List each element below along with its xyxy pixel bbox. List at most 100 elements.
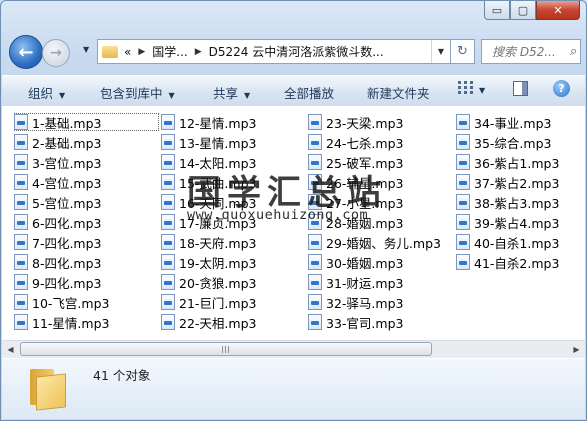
include-in-library-menu[interactable]: 包含到库中 ▼ <box>100 83 175 102</box>
forward-button[interactable]: → <box>42 39 70 67</box>
file-item[interactable]: 29-婚姻、务儿.mp3 <box>308 233 441 251</box>
mp3-file-icon <box>14 194 28 210</box>
mp3-file-icon <box>161 154 175 170</box>
file-item[interactable]: 7-四化.mp3 <box>14 233 102 251</box>
maximize-button[interactable]: ▢ <box>510 1 536 20</box>
view-options-dropdown[interactable]: ▼ <box>479 86 485 95</box>
mp3-file-icon <box>308 254 322 270</box>
file-name: 34-事业.mp3 <box>474 115 552 131</box>
file-name: 9-四化.mp3 <box>32 275 102 291</box>
chevron-right-icon[interactable]: ▶ <box>195 47 202 57</box>
new-folder-button[interactable]: 新建文件夹 <box>367 83 430 102</box>
organize-menu[interactable]: 组织 ▼ <box>28 83 65 102</box>
file-list[interactable]: 1-基础.mp3 2-基础.mp3 3-宫位.mp3 4-宫位.mp3 5-宫位.mp3… <box>2 106 585 340</box>
breadcrumb-item[interactable]: 国学... <box>152 43 187 60</box>
arrow-left-icon: ← <box>18 41 34 63</box>
mp3-file-icon <box>14 114 28 130</box>
file-item[interactable]: 31-财运.mp3 <box>308 273 403 291</box>
file-item[interactable]: 37-紫占2.mp3 <box>456 173 559 191</box>
mp3-file-icon <box>161 114 175 130</box>
mp3-file-icon <box>161 234 175 250</box>
address-bar[interactable]: « ▶ 国学... ▶ D5224 云中清河洛派紫微斗数... ▼ <box>97 39 451 64</box>
file-item[interactable]: 9-四化.mp3 <box>14 273 102 291</box>
scroll-thumb[interactable] <box>20 342 432 356</box>
file-name: 30-婚姻.mp3 <box>326 255 404 271</box>
share-menu[interactable]: 共享 ▼ <box>213 83 250 102</box>
file-item[interactable]: 34-事业.mp3 <box>456 113 551 131</box>
file-item[interactable]: 18-天府.mp3 <box>161 233 256 251</box>
file-item[interactable]: 3-宫位.mp3 <box>14 153 102 171</box>
view-options-icon[interactable] <box>458 81 474 95</box>
file-name: 33-官司.mp3 <box>326 315 404 331</box>
file-item[interactable]: 22-天相.mp3 <box>161 313 256 331</box>
file-name: 20-贪狼.mp3 <box>179 275 257 291</box>
mp3-file-icon <box>14 154 28 170</box>
file-item[interactable]: 12-星情.mp3 <box>161 113 256 131</box>
mp3-file-icon <box>14 214 28 230</box>
file-name: 3-宫位.mp3 <box>32 155 102 171</box>
address-history-dropdown[interactable]: ▼ <box>431 40 450 63</box>
breadcrumb-item-current[interactable]: D5224 云中清河洛派紫微斗数... <box>209 43 384 60</box>
file-name: 7-四化.mp3 <box>32 235 102 251</box>
file-item[interactable]: 6-四化.mp3 <box>14 213 102 231</box>
breadcrumb-overflow[interactable]: « <box>124 45 131 59</box>
file-item[interactable]: 35-综合.mp3 <box>456 133 551 151</box>
file-item[interactable]: 10-飞宫.mp3 <box>14 293 109 311</box>
file-item[interactable]: 38-紫占3.mp3 <box>456 193 559 211</box>
file-item[interactable]: 2-基础.mp3 <box>14 133 102 151</box>
mp3-file-icon <box>308 234 322 250</box>
mp3-file-icon <box>308 274 322 290</box>
mp3-file-icon <box>14 274 28 290</box>
search-box[interactable]: ⌕ <box>481 39 581 64</box>
recent-pages-dropdown[interactable]: ▼ <box>83 45 89 54</box>
file-item[interactable]: 11-星情.mp3 <box>14 313 109 331</box>
file-item[interactable]: 33-官司.mp3 <box>308 313 403 331</box>
file-item[interactable]: 32-驿马.mp3 <box>308 293 403 311</box>
file-item[interactable]: 36-紫占1.mp3 <box>456 153 559 171</box>
navigation-bar: ← → ▼ « ▶ 国学... ▶ D5224 云中清河洛派紫微斗数... ▼ … <box>9 35 581 69</box>
back-button[interactable]: ← <box>9 35 43 69</box>
file-item[interactable]: 30-婚姻.mp3 <box>308 253 403 271</box>
file-item[interactable]: 8-四化.mp3 <box>14 253 102 271</box>
mp3-file-icon <box>161 214 175 230</box>
file-item[interactable]: 41-自杀2.mp3 <box>456 253 559 271</box>
file-item[interactable]: 23-天梁.mp3 <box>308 113 403 131</box>
refresh-button[interactable]: ↻ <box>451 39 475 64</box>
file-name: 40-自杀1.mp3 <box>474 235 560 251</box>
mp3-file-icon <box>14 134 28 150</box>
file-name: 32-驿马.mp3 <box>326 295 404 311</box>
file-name: 4-宫位.mp3 <box>32 175 102 191</box>
file-name: 23-天梁.mp3 <box>326 115 404 131</box>
minimize-button[interactable]: ▭ <box>484 1 510 20</box>
horizontal-scrollbar[interactable]: ◀ ▶ <box>2 340 585 358</box>
file-item[interactable]: 13-星情.mp3 <box>161 133 256 151</box>
file-item[interactable]: 20-贪狼.mp3 <box>161 273 256 291</box>
file-item[interactable]: 40-自杀1.mp3 <box>456 233 559 251</box>
file-item[interactable]: 39-紫占4.mp3 <box>456 213 559 231</box>
mp3-file-icon <box>456 234 470 250</box>
details-pane: 41 个对象 <box>2 358 585 419</box>
file-item[interactable]: 5-宫位.mp3 <box>14 193 102 211</box>
mp3-file-icon <box>161 174 175 190</box>
search-icon[interactable]: ⌕ <box>570 44 577 59</box>
help-button[interactable]: ? <box>553 80 570 97</box>
mp3-file-icon <box>14 254 28 270</box>
preview-pane-button[interactable] <box>513 81 528 96</box>
watermark-url: www.quoxuehuizong.com <box>187 207 369 223</box>
file-name: 29-婚姻、务儿.mp3 <box>326 235 441 251</box>
mp3-file-icon <box>308 314 322 330</box>
play-all-button[interactable]: 全部播放 <box>284 83 334 102</box>
scroll-right-arrow-icon[interactable]: ▶ <box>568 341 585 358</box>
file-item[interactable]: 24-七杀.mp3 <box>308 133 403 151</box>
chevron-right-icon[interactable]: ▶ <box>138 47 145 57</box>
file-name: 11-星情.mp3 <box>32 315 110 331</box>
file-item[interactable]: 4-宫位.mp3 <box>14 173 102 191</box>
search-input[interactable] <box>490 43 568 60</box>
scroll-left-arrow-icon[interactable]: ◀ <box>2 341 19 358</box>
close-button[interactable]: ✕ <box>536 1 580 20</box>
mp3-file-icon <box>161 294 175 310</box>
file-item[interactable]: 1-基础.mp3 <box>14 113 159 131</box>
file-item[interactable]: 21-巨门.mp3 <box>161 293 256 311</box>
file-item[interactable]: 19-太阴.mp3 <box>161 253 256 271</box>
file-name: 38-紫占3.mp3 <box>474 195 560 211</box>
